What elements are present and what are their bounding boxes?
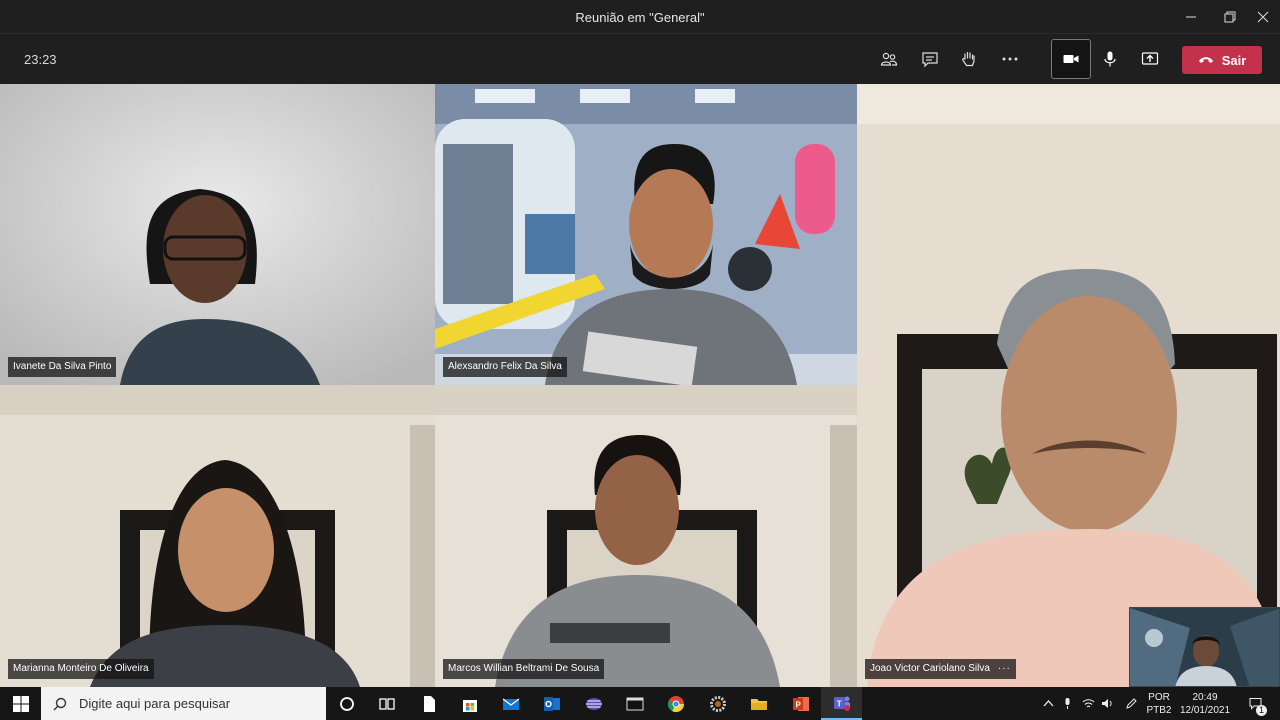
share-screen-button[interactable] <box>1132 41 1168 77</box>
self-preview-video <box>1130 608 1279 686</box>
language-indicator[interactable]: POR PTB2 <box>1142 687 1176 720</box>
chrome-icon <box>667 695 684 712</box>
cortana-button[interactable] <box>326 687 367 720</box>
camera-icon <box>1063 55 1079 63</box>
hang-up-icon <box>1198 57 1213 63</box>
microphone-icon <box>1104 51 1116 67</box>
document-icon <box>423 695 435 712</box>
teams-meeting-window: Reunião em "General" 23:23 Sair Ivanete … <box>0 0 1280 720</box>
taskbar-app-vpn[interactable] <box>573 687 614 720</box>
camera-toggle-button[interactable] <box>1051 39 1091 79</box>
taskbar-app-settings[interactable] <box>697 687 738 720</box>
search-icon <box>53 697 67 710</box>
taskbar-app-outlook[interactable] <box>531 687 572 720</box>
pen-icon <box>1125 698 1137 709</box>
notification-count-badge: 1 <box>1256 705 1267 716</box>
outlook-icon <box>543 696 560 711</box>
participant-video <box>857 84 1280 687</box>
video-tile[interactable]: Marcos Willian Beltrami De Sousa <box>435 385 857 687</box>
participant-video <box>435 84 857 385</box>
hand-icon <box>962 51 975 67</box>
video-tile[interactable]: Marianna Monteiro De Oliveira <box>0 385 435 687</box>
tray-microphone-button[interactable] <box>1058 687 1076 720</box>
participant-video <box>435 385 857 687</box>
start-button[interactable] <box>0 687 41 720</box>
participant-more-options[interactable]: ··· <box>998 663 1011 674</box>
taskbar-search-box[interactable]: Digite aqui para pesquisar <box>41 687 326 720</box>
participant-name: Ivanete Da Silva Pinto <box>8 357 117 377</box>
video-tile[interactable]: Alexsandro Felix Da Silva <box>435 84 857 385</box>
taskbar-app-notepad[interactable] <box>408 687 449 720</box>
windows-taskbar: Digite aqui para pesquisar P T POR PTB2 … <box>0 687 1280 720</box>
mail-icon <box>502 698 519 710</box>
microphone-toggle-button[interactable] <box>1092 41 1128 77</box>
clock-time: 20:49 <box>1192 691 1218 703</box>
folder-icon <box>750 698 767 710</box>
wifi-icon <box>1082 699 1094 708</box>
video-tile[interactable]: Joao Victor Cariolano Silva ··· <box>857 84 1280 687</box>
taskbar-app-explorer[interactable] <box>738 687 779 720</box>
participant-video <box>0 84 435 385</box>
task-view-button[interactable] <box>366 687 407 720</box>
cortana-icon <box>339 696 354 711</box>
video-tile[interactable]: Ivanete Da Silva Pinto <box>0 84 435 385</box>
speaker-icon <box>1101 699 1112 708</box>
meeting-controls: 23:23 Sair <box>0 34 1280 84</box>
action-center-button[interactable]: 1 <box>1240 687 1270 720</box>
chat-icon <box>922 52 938 68</box>
powerpoint-icon: P <box>792 696 809 711</box>
participant-name: Alexsandro Felix Da Silva <box>443 357 567 377</box>
window-title: Reunião em "General" <box>575 10 705 25</box>
participant-name: Marianna Monteiro De Oliveira <box>8 659 154 679</box>
leave-button[interactable]: Sair <box>1182 46 1262 74</box>
tray-network-button[interactable] <box>1079 687 1097 720</box>
taskbar-app-teams[interactable]: T <box>821 687 862 720</box>
more-icon <box>1002 57 1018 61</box>
meeting-timer: 23:23 <box>24 52 57 67</box>
svg-text:P: P <box>795 700 801 709</box>
more-actions-button[interactable] <box>992 41 1028 77</box>
keyboard-layout: PTB2 <box>1146 704 1172 716</box>
leave-label: Sair <box>1221 52 1247 68</box>
tray-volume-button[interactable] <box>1098 687 1116 720</box>
close-button[interactable] <box>1240 0 1280 34</box>
taskbar-app-mail[interactable] <box>490 687 531 720</box>
taskbar-app-powerpoint[interactable]: P <box>780 687 821 720</box>
minimize-icon <box>1186 16 1196 18</box>
restore-icon <box>1224 11 1236 23</box>
teams-icon: T <box>833 696 850 711</box>
chevron-up-icon <box>1043 700 1053 707</box>
taskbar-app-terminal[interactable] <box>614 687 655 720</box>
participant-name: Joao Victor Cariolano Silva ··· <box>865 659 1016 679</box>
terminal-icon <box>626 697 643 710</box>
microphone-icon <box>1065 698 1069 709</box>
system-clock[interactable]: 20:49 12/01/2021 <box>1176 687 1234 720</box>
task-view-icon <box>378 697 395 710</box>
participants-button[interactable] <box>871 41 907 77</box>
title-bar: Reunião em "General" <box>0 0 1280 34</box>
people-icon <box>880 52 898 66</box>
self-preview[interactable] <box>1129 607 1280 687</box>
chat-button[interactable] <box>912 41 948 77</box>
taskbar-app-chrome[interactable] <box>655 687 696 720</box>
clock-date: 12/01/2021 <box>1179 704 1231 716</box>
language-code: POR <box>1148 691 1170 703</box>
participant-name: Marcos Willian Beltrami De Sousa <box>443 659 605 679</box>
taskbar-app-store[interactable] <box>449 687 490 720</box>
svg-text:T: T <box>836 699 841 708</box>
gear-icon <box>709 695 726 712</box>
globe-icon <box>585 697 602 710</box>
windows-logo-icon <box>12 695 29 712</box>
tray-pen-button[interactable] <box>1120 687 1142 720</box>
participant-video <box>0 385 435 687</box>
share-icon <box>1141 52 1159 65</box>
search-placeholder: Digite aqui para pesquisar <box>79 696 231 711</box>
store-icon <box>462 699 477 712</box>
close-icon <box>1257 11 1269 23</box>
show-hidden-icons-button[interactable] <box>1040 687 1056 720</box>
raise-hand-button[interactable] <box>951 41 987 77</box>
